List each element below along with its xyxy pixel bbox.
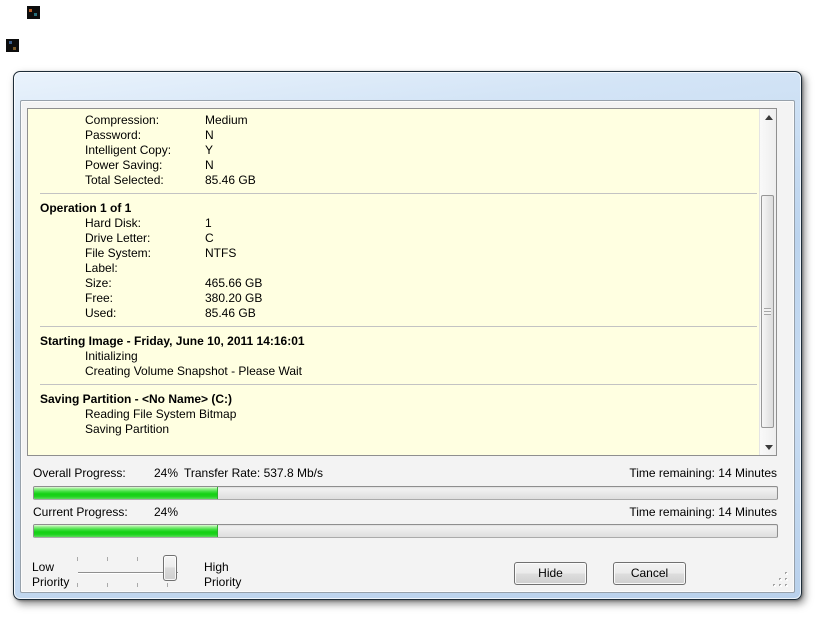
- current-progress-percent: 24%: [154, 505, 179, 519]
- current-progress-bar: [33, 524, 778, 538]
- priority-slider-thumb[interactable]: [163, 555, 177, 581]
- dialog-client-area: Compression: Medium Password: N Intelligen…: [20, 100, 795, 593]
- current-progress-fill: [34, 525, 218, 537]
- high-priority-label: High Priority: [204, 560, 242, 589]
- vertical-scrollbar[interactable]: [759, 109, 776, 455]
- log-row: Label:: [85, 261, 118, 275]
- slider-tick: [77, 583, 78, 587]
- cancel-button[interactable]: Cancel: [613, 562, 686, 585]
- saving-partition-heading: Saving Partition - <No Name> (C:): [40, 392, 233, 406]
- overall-progress-bar: [33, 486, 778, 500]
- scroll-up-button[interactable]: [760, 109, 777, 125]
- starting-image-heading: Starting Image - Friday, June 10, 2011 1…: [40, 334, 305, 348]
- scroll-down-button[interactable]: [760, 439, 777, 455]
- log-row: Hard Disk: 1: [85, 216, 212, 230]
- overall-progress-label: Overall Progress:: [33, 466, 126, 480]
- section-divider: [40, 193, 757, 194]
- artifact-square-2: [6, 39, 19, 52]
- resize-grip[interactable]: [774, 573, 776, 575]
- slider-tick: [107, 557, 108, 561]
- overall-progress-row: Overall Progress: 24% Transfer Rate: 537…: [33, 466, 777, 481]
- overall-progress-fill: [34, 487, 218, 499]
- log-row: Password: N: [85, 128, 214, 142]
- section-divider: [40, 384, 757, 385]
- transfer-rate-label: Transfer Rate: 537.8 Mb/s: [184, 466, 323, 480]
- backup-progress-window: Compression: Medium Password: N Intelligen…: [13, 71, 802, 600]
- slider-tick: [137, 583, 138, 587]
- triangle-up-icon: [764, 114, 773, 120]
- log-row: Compression: Medium: [85, 113, 248, 127]
- log-status-line: Reading File System Bitmap: [85, 407, 237, 421]
- operation-log-panel[interactable]: Compression: Medium Password: N Intelligen…: [27, 108, 777, 456]
- triangle-down-icon: [764, 444, 773, 450]
- log-status-line: Saving Partition: [85, 422, 170, 436]
- slider-tick: [137, 557, 138, 561]
- log-row: Power Saving: N: [85, 158, 214, 172]
- hide-button[interactable]: Hide: [514, 562, 587, 585]
- overall-progress-percent: 24%: [154, 466, 179, 480]
- current-progress-label: Current Progress:: [33, 505, 128, 519]
- log-row: Size: 465.66 GB: [85, 276, 263, 290]
- scrollbar-thumb[interactable]: [761, 195, 774, 428]
- log-row: Total Selected: 85.46 GB: [85, 173, 256, 187]
- log-row: Used: 85.46 GB: [85, 306, 256, 320]
- log-status-line: Creating Volume Snapshot - Please Wait: [85, 364, 303, 378]
- log-row: Intelligent Copy: Y: [85, 143, 214, 157]
- log-row: Free: 380.20 GB: [85, 291, 263, 305]
- overall-time-remaining: Time remaining: 14 Minutes: [629, 466, 777, 480]
- slider-tick: [167, 583, 168, 587]
- thumb-grip-icon: [764, 307, 771, 315]
- log-row: Drive Letter: C: [85, 231, 214, 245]
- low-priority-label: Low Priority: [32, 560, 70, 589]
- slider-tick: [107, 583, 108, 587]
- artifact-square-1: [27, 6, 40, 19]
- log-row: File System: NTFS: [85, 246, 237, 260]
- current-progress-row: Current Progress: 24% Time remaining: 14…: [33, 505, 777, 520]
- slider-tick: [77, 557, 78, 561]
- section-divider: [40, 326, 757, 327]
- current-time-remaining: Time remaining: 14 Minutes: [629, 505, 777, 519]
- operation-heading: Operation 1 of 1: [40, 201, 132, 215]
- log-status-line: Initializing: [85, 349, 138, 363]
- log-content: Compression: Medium Password: N Intelligen…: [28, 109, 759, 455]
